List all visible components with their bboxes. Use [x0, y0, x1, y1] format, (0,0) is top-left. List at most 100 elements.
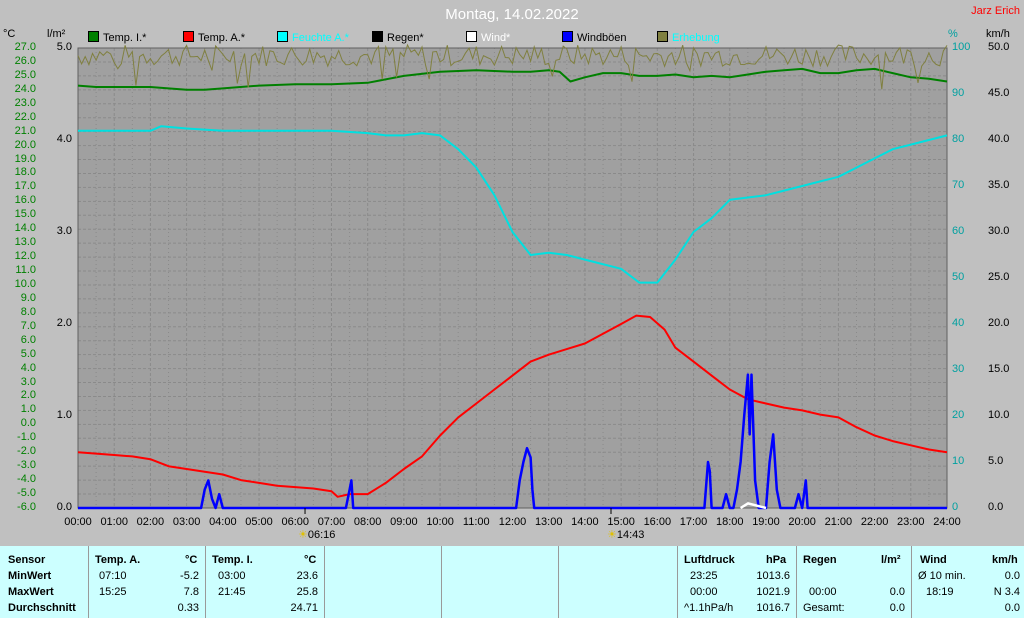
rain-tick-label: 5.0 [56, 41, 72, 53]
temp-tick-label: -5.0 [17, 487, 36, 500]
statistics-table: Sensor MinWert MaxWert Durchschnitt Temp… [0, 546, 1024, 618]
table-col-temp-i: Temp. I. °C 03:00 23.6 21:45 25.8 24.71 [206, 546, 325, 618]
wind-tick-label: 50.0 [988, 41, 1010, 53]
x-tick-label: 16:00 [643, 516, 672, 528]
temp-a-avg: 0.33 [177, 602, 199, 614]
temp-tick-label: 27.0 [14, 41, 36, 53]
x-tick-label: 21:00 [824, 516, 853, 528]
wind-unit-label: km/h [986, 28, 1010, 40]
pressure-avg: 1016.7 [756, 602, 790, 614]
rain-unit-label: l/m² [47, 28, 66, 40]
temp-tick-label: 6.0 [20, 333, 36, 346]
temp-tick-label: 11.0 [15, 264, 36, 277]
table-col-empty-1 [325, 546, 442, 618]
wind-tick-label: 0.0 [988, 501, 1004, 513]
x-tick-label: 00:00 [64, 516, 92, 528]
x-tick-label: 13:00 [534, 516, 563, 528]
table-col-wind: Wind km/h Ø 10 min. 0.0 18:19 N 3.4 0.0 [912, 546, 1024, 618]
wind-tick-label: 10.0 [988, 409, 1010, 421]
temp-tick-label: 17.0 [14, 180, 36, 193]
x-tick-label: 05:00 [245, 516, 273, 528]
rain-unit: l/m² [881, 554, 901, 566]
legend-swatch [88, 31, 99, 42]
temp-tick-label: 14.0 [14, 222, 36, 235]
humidity-unit-label: % [948, 28, 958, 40]
temp-tick-label: -3.0 [17, 459, 36, 472]
legend-item: Temp. I.* [88, 31, 146, 44]
temp-tick-label: 7.0 [20, 319, 36, 332]
legend-swatch [277, 31, 288, 42]
temp-tick-label: 21.0 [14, 124, 36, 137]
temp-tick-label: 19.0 [14, 152, 36, 165]
temp-tick-label: 9.0 [20, 291, 36, 304]
temp-tick-label: 4.0 [20, 361, 36, 374]
pressure-min-time: 23:25 [690, 570, 718, 582]
humidity-tick-label: 60 [952, 225, 965, 237]
pressure-min: 1013.6 [756, 570, 790, 582]
x-tick-label: 09:00 [390, 516, 418, 528]
x-tick-label: 12:00 [498, 516, 527, 528]
temp-i-header: Temp. I. [212, 554, 253, 566]
x-tick-label: 22:00 [860, 516, 889, 528]
temp-unit-label: °C [3, 28, 16, 40]
x-tick-label: 19:00 [752, 516, 780, 528]
wind-tick-label: 25.0 [988, 271, 1010, 283]
x-tick-label: 07:00 [317, 516, 346, 528]
temp-i-avg: 24.71 [290, 602, 318, 614]
temp-tick-label: 3.0 [20, 375, 36, 388]
table-col-pressure: Luftdruck hPa 23:25 1013.6 00:00 1021.9 … [678, 546, 797, 618]
temp-tick-label: 26.0 [14, 54, 36, 67]
author-label: Jarz Erich [971, 5, 1020, 17]
legend-item: Feuchte A.* [277, 31, 349, 44]
page-title: Montag, 14.02.2022 [445, 6, 579, 23]
rain-max-time: 00:00 [809, 586, 837, 598]
x-tick-label: 06:00 [281, 516, 310, 528]
temp-tick-label: 23.0 [14, 96, 36, 109]
x-tick-label: 23:00 [897, 516, 925, 528]
temp-tick-label: 8.0 [20, 305, 36, 318]
weather-chart [77, 43, 948, 514]
humidity-tick-label: 70 [952, 179, 965, 191]
rain-header: Regen [803, 554, 837, 566]
sunset-label: ☀14:43 [607, 529, 645, 541]
legend-swatch [562, 31, 573, 42]
humidity-tick-label: 30 [952, 363, 965, 375]
wind-tick-label: 20.0 [988, 317, 1010, 329]
legend-label: Wind* [481, 32, 511, 44]
wind-mean: 0.0 [1004, 602, 1020, 614]
wind-avg-label: Ø 10 min. [918, 570, 966, 582]
legend-label: Erhebung [672, 32, 720, 44]
legend-label: Windböen [577, 32, 627, 44]
temp-tick-label: -1.0 [17, 431, 36, 444]
table-col-rain: Regen l/m² 00:00 0.0 Gesamt: 0.0 [797, 546, 912, 618]
temp-i-unit: °C [304, 554, 317, 566]
table-col-empty-2 [442, 546, 559, 618]
x-tick-label: 14:00 [571, 516, 599, 528]
rain-tick-label: 3.0 [56, 225, 72, 237]
legend-item: Wind* [466, 31, 510, 44]
legend-label: Temp. A.* [198, 32, 246, 44]
x-tick-label: 24:00 [933, 516, 961, 528]
wind-avg: 0.0 [1004, 570, 1020, 582]
rain-tick-label: 4.0 [56, 133, 72, 145]
legend-swatch [372, 31, 383, 42]
legend-item: Erhebung [657, 31, 720, 44]
x-tick-label: 02:00 [136, 516, 165, 528]
temp-tick-label: 22.0 [14, 110, 36, 123]
humidity-tick-label: 0 [952, 501, 959, 513]
humidity-tick-label: 20 [952, 409, 965, 421]
temp-tick-label: 10.0 [14, 277, 36, 290]
temp-tick-label: 16.0 [14, 194, 36, 207]
wind-unit: km/h [992, 554, 1018, 566]
humidity-tick-label: 80 [952, 133, 965, 145]
x-tick-label: 08:00 [353, 516, 382, 528]
temp-tick-label: 18.0 [14, 166, 36, 179]
row-label-sensor: Sensor [8, 554, 46, 566]
table-col-temp-a: Temp. A. °C 07:10 -5.2 15:25 7.8 0.33 [89, 546, 206, 618]
x-tick-label: 20:00 [788, 516, 816, 528]
wind-max-time: 18:19 [926, 586, 954, 598]
temp-a-max: 7.8 [183, 586, 199, 598]
wind-max: N 3.4 [993, 586, 1020, 598]
temp-tick-label: 20.0 [14, 138, 36, 151]
table-col-sensor: Sensor MinWert MaxWert Durchschnitt [0, 546, 89, 618]
